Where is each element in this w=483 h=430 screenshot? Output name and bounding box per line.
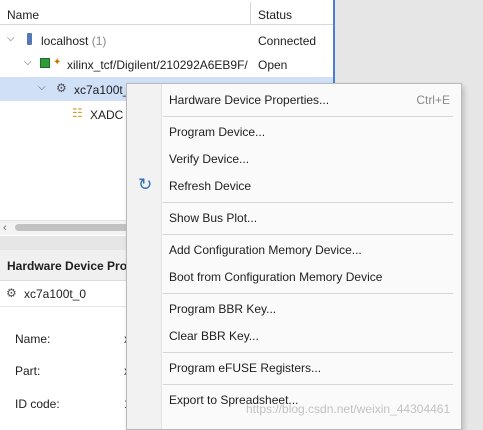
menu-separator (163, 116, 453, 117)
menu-item-hardware-device-properties[interactable]: Hardware Device Properties... Ctrl+E (128, 87, 460, 113)
menu-separator (163, 352, 453, 353)
refresh-icon: ↻ (138, 175, 153, 194)
menu-item-verify-device[interactable]: Verify Device... (128, 146, 460, 172)
menu-item-label: Verify Device... (169, 152, 250, 166)
menu-item-add-configuration-memory-device[interactable]: Add Configuration Memory Device... (128, 237, 460, 263)
menu-item-export-to-spreadsheet[interactable]: Export to Spreadsheet... (128, 387, 460, 413)
menu-item-label: Clear BBR Key... (169, 329, 259, 343)
scroll-left-icon[interactable]: ‹ (3, 222, 7, 234)
server-icon (27, 33, 32, 45)
menu-item-program-efuse-registers[interactable]: Program eFUSE Registers... (128, 355, 460, 381)
menu-item-refresh-device[interactable]: ↻ Refresh Device (128, 173, 460, 199)
tree-node-label: localhost (1) (41, 34, 106, 48)
menu-separator (163, 202, 453, 203)
menu-separator (163, 293, 453, 294)
prop-part-label: Part: (15, 364, 41, 378)
properties-device-name: xc7a100t_0 (24, 287, 87, 301)
prop-name-label: Name: (15, 332, 51, 346)
column-divider[interactable] (250, 2, 251, 24)
device-context-menu: Hardware Device Properties... Ctrl+E Pro… (126, 83, 462, 430)
link-icon: ✦ (53, 57, 62, 68)
chip-icon: ⚙ (56, 81, 67, 95)
device-label: xc7a100t_ (74, 83, 130, 97)
menu-item-show-bus-plot[interactable]: Show Bus Plot... (128, 205, 460, 231)
menu-item-label: Boot from Configuration Memory Device (169, 270, 383, 284)
menu-item-label: Program BBR Key... (169, 302, 277, 316)
column-header-status[interactable]: Status (258, 8, 292, 22)
menu-item-program-device[interactable]: Program Device... (128, 119, 460, 145)
menu-item-label: Hardware Device Properties... (169, 93, 330, 107)
menu-item-label: Program eFUSE Registers... (169, 361, 322, 375)
status-open: Open (258, 58, 288, 72)
xadc-icon: ☷ (72, 106, 83, 120)
chevron-down-icon[interactable]: ⌵ (24, 58, 34, 68)
tree-row-hw-target[interactable]: ⌵ ✦ xilinx_tcf/Digilent/210292A6EB9F/ Op… (0, 52, 333, 76)
menu-item-program-bbr-key[interactable]: Program BBR Key... (128, 296, 460, 322)
menu-separator (163, 384, 453, 385)
menu-separator (163, 234, 453, 235)
menu-item-label: Export to Spreadsheet... (169, 393, 299, 407)
tree-row-localhost[interactable]: ⌵ localhost (1) Connected (0, 28, 333, 52)
menu-item-boot-from-configuration-memory[interactable]: Boot from Configuration Memory Device (128, 264, 460, 290)
menu-item-label: Program Device... (169, 125, 266, 139)
chevron-down-icon[interactable]: ⌵ (38, 83, 48, 93)
host-name: localhost (41, 34, 89, 48)
menu-item-clear-bbr-key[interactable]: Clear BBR Key... (128, 323, 460, 349)
menu-item-label: Show Bus Plot... (169, 211, 258, 225)
chip-icon: ⚙ (6, 286, 17, 300)
properties-title: Hardware Device Pro (7, 259, 128, 273)
host-device-count: (1) (91, 34, 107, 48)
hw-target-label: xilinx_tcf/Digilent/210292A6EB9F/ (67, 58, 248, 72)
prop-idcode-label: ID code: (15, 397, 60, 411)
menu-item-shortcut: Ctrl+E (416, 93, 450, 107)
scrollbar-thumb[interactable] (15, 224, 130, 231)
menu-item-label: Add Configuration Memory Device... (169, 243, 362, 257)
board-icon (40, 58, 50, 68)
status-connected: Connected (258, 34, 317, 48)
column-header-name[interactable]: Name (7, 8, 39, 22)
chevron-down-icon[interactable]: ⌵ (7, 34, 17, 44)
xadc-label: XADC (90, 108, 124, 122)
tree-column-header: Name Status (0, 2, 333, 25)
menu-item-label: Refresh Device (169, 179, 252, 193)
